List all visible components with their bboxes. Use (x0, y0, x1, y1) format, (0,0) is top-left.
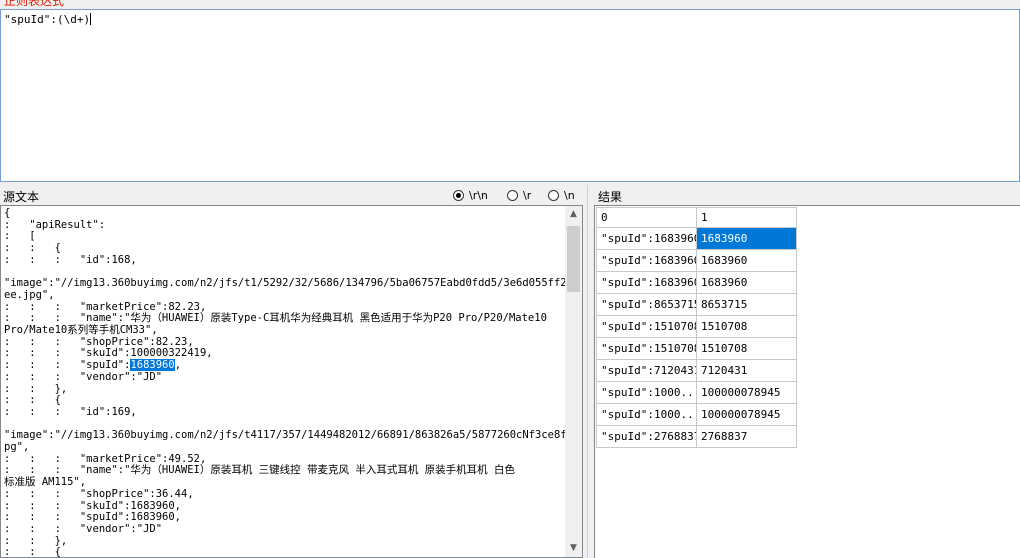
match-cell[interactable]: "spuId":1000... (596, 381, 697, 404)
source-line: : : }, (4, 534, 68, 547)
match-cell[interactable]: "spuId":1510708 (596, 337, 697, 360)
radio-dot-icon (456, 193, 461, 198)
table-row[interactable]: "spuId":1683960 1683960 (596, 249, 797, 272)
scrollbar-thumb[interactable] (567, 226, 580, 292)
match-cell[interactable]: "spuId":1683960 (596, 249, 697, 272)
table-row[interactable]: "spuId":1683960 1683960 (596, 227, 797, 250)
regex-header: 正则表达式 (0, 0, 1020, 9)
table-row[interactable]: "spuId":1000... 100000078945 (596, 381, 797, 404)
table-row[interactable]: "spuId":8653715 8653715 (596, 293, 797, 316)
group-cell[interactable]: 2768837 (696, 425, 797, 448)
group-cell[interactable]: 7120431 (696, 359, 797, 382)
group-cell[interactable]: 100000078945 (696, 403, 797, 426)
match-cell[interactable]: "spuId":7120431 (596, 359, 697, 382)
match-cell[interactable]: "spuId":1683960 (596, 271, 697, 294)
newline-crlf-radio[interactable]: \r\n (453, 188, 488, 203)
group-cell[interactable]: 1683960 (696, 227, 797, 250)
table-row[interactable]: "spuId":1510708 1510708 (596, 337, 797, 360)
match-cell[interactable]: "spuId":1000... (596, 403, 697, 426)
column-header-0[interactable]: 0 (596, 207, 697, 228)
table-row[interactable]: "spuId":1683960 1683960 (596, 271, 797, 294)
regex-input[interactable]: "spuId":(\d+) (0, 9, 1020, 182)
chevron-down-icon[interactable]: ▼ (565, 540, 582, 557)
table-row[interactable]: "spuId":7120431 7120431 (596, 359, 797, 382)
source-line-text: , (174, 359, 182, 372)
radio-circle-icon (453, 190, 464, 201)
newline-lf-label: \n (564, 189, 575, 202)
source-line: ee.jpg", (4, 288, 55, 301)
results-table: 0 1 "spuId":1683960 1683960 "spuId":168396… (596, 207, 797, 448)
table-row[interactable]: "spuId":1510708 1510708 (596, 315, 797, 338)
source-text-content[interactable]: {: "apiResult":: [: : { : : : "id":168,"i… (4, 207, 583, 558)
chevron-up-icon[interactable]: ▲ (565, 206, 582, 223)
newline-cr-radio[interactable]: \r (507, 188, 531, 203)
table-row[interactable]: "spuId":1000... 100000078945 (596, 403, 797, 426)
newline-crlf-label: \r\n (469, 189, 488, 202)
source-line: : : : "id":168, (4, 253, 137, 266)
source-line: { (4, 207, 11, 219)
group-cell[interactable]: 8653715 (696, 293, 797, 316)
source-line: : : }, (4, 382, 68, 395)
group-cell[interactable]: 100000078945 (696, 381, 797, 404)
source-line: : : : "vendor":"JD" (4, 370, 163, 383)
match-cell[interactable]: "spuId":2768837 (596, 425, 697, 448)
source-line-text: : : : "spuId": (4, 359, 131, 372)
source-text-pane[interactable]: {: "apiResult":: [: : { : : : "id":168,"i… (0, 205, 583, 558)
regex-pattern-text: "spuId":(\d+) (4, 13, 91, 26)
source-line: : : : "shopPrice":36.44, (4, 487, 194, 500)
source-line: : [ (4, 230, 36, 243)
radio-circle-icon (507, 190, 518, 201)
column-header-1[interactable]: 1 (696, 207, 797, 228)
regex-header-label: 正则表达式 (4, 0, 65, 8)
results-pane[interactable]: 0 1 "spuId":1683960 1683960 "spuId":168396… (594, 205, 1020, 558)
source-line: : : : "id":169, (4, 405, 137, 418)
newline-cr-label: \r (523, 189, 532, 202)
text-caret (90, 13, 92, 25)
group-cell[interactable]: 1510708 (696, 337, 797, 360)
source-line: : : : "name":"华为（HUAWEI）原装耳机 三键线控 带麦克风 半… (4, 464, 515, 477)
source-line: : "apiResult": (4, 218, 106, 231)
radio-circle-icon (548, 190, 559, 201)
source-text-label: 源文本 (3, 190, 40, 204)
source-vertical-scrollbar[interactable]: ▲ ▼ (565, 206, 582, 557)
pane-splitter[interactable] (587, 185, 588, 558)
source-line: "image":"//img13.360buyimg.com/n2/jfs/t4… (4, 429, 583, 442)
table-row[interactable]: "spuId":2768837 2768837 (596, 425, 797, 448)
source-line: : : : "vendor":"JD" (4, 522, 163, 535)
match-highlight: 1683960 (130, 359, 175, 372)
group-cell[interactable]: 1683960 (696, 249, 797, 272)
source-line: pg", (4, 441, 30, 454)
group-cell[interactable]: 1683960 (696, 271, 797, 294)
results-header-row: 0 1 (596, 207, 797, 228)
match-cell[interactable]: "spuId":1510708 (596, 315, 697, 338)
source-line: Pro/Mate10系列等手机CM33", (4, 324, 158, 337)
source-line: : : { (4, 546, 61, 558)
source-line: "image":"//img13.360buyimg.com/n2/jfs/t1… (4, 277, 583, 290)
group-cell[interactable]: 1510708 (696, 315, 797, 338)
results-label: 结果 (598, 190, 623, 204)
match-cell[interactable]: "spuId":1683960 (596, 227, 697, 250)
match-cell[interactable]: "spuId":8653715 (596, 293, 697, 316)
newline-lf-radio[interactable]: \n (548, 188, 575, 203)
